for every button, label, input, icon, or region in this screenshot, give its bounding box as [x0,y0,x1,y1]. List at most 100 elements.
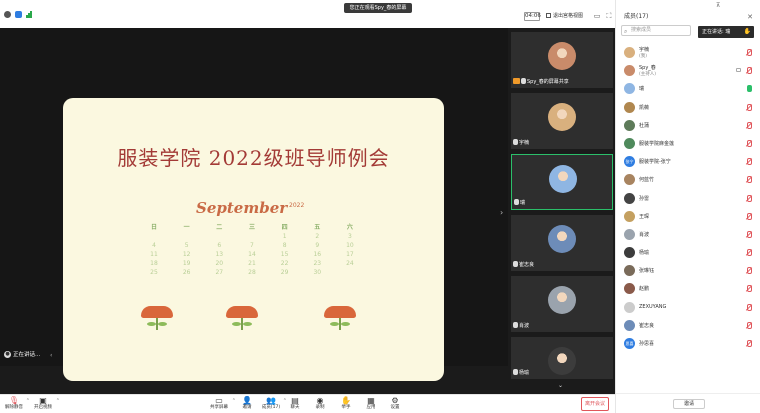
security-shield-icon[interactable] [15,11,22,18]
participant-row[interactable]: 宇楠 (我) [616,44,760,62]
video-tile[interactable]: 杨瑜 [511,337,613,379]
invite-button[interactable]: 👤 邀请 [240,396,254,413]
speaking-now-label: 正在讲话: 瑞 [702,29,731,35]
mic-muted-icon[interactable] [746,267,752,275]
meeting-window: 您正在观看Spy_春的屏幕 04:06 退出宫格视图 ▭ ⛶ ⊼ – □ ✕ 服… [0,0,760,413]
mic-muted-icon[interactable] [746,158,752,166]
mic-muted-icon[interactable] [746,49,752,56]
mic-muted-icon[interactable] [746,303,752,311]
gallery-view-button[interactable]: 退出宫格视图 [546,12,586,21]
start-video-button[interactable]: ▣ 开启视频 ⌃ [32,396,60,413]
participant-name: 王琛 [639,213,650,220]
record-button[interactable]: ◉ 录制 [313,396,327,413]
calendar-week-row: 1 2 3 [141,232,363,241]
participant-row[interactable]: 思喜 孙思喜 [616,335,760,353]
mic-muted-icon[interactable] [746,103,752,111]
chevron-down-icon[interactable]: ⌄ [558,382,563,389]
mic-muted-icon[interactable] [746,340,752,347]
collapse-left-icon[interactable]: ‹ [50,352,58,360]
mic-muted-icon[interactable] [746,67,752,75]
participant-row[interactable]: 肖波 [616,226,760,244]
participant-row[interactable]: Spy_春 (主持人) [616,62,760,80]
participant-name: 孙雷 [639,195,650,202]
speaking-indicator: ● 正在讲话... [4,350,40,360]
participant-row[interactable]: 服装学院麻金莲 [616,135,760,153]
settings-button[interactable]: ⚙ 设置 [388,396,402,413]
chevron-up-icon[interactable]: ⌃ [56,398,60,404]
calendar-day: 13 [215,251,224,258]
leave-meeting-button[interactable]: 离开会议 [581,397,609,411]
chevron-up-icon[interactable]: ⌃ [26,398,30,404]
calendar-day [141,232,167,241]
chevron-up-icon[interactable]: ⌃ [232,398,236,404]
apps-button[interactable]: ▦ 应用 [364,396,378,413]
chevron-up-icon[interactable]: ⌃ [283,398,287,404]
participant-avatar [624,319,635,331]
participant-row[interactable]: 杜蒲 [616,117,760,135]
participant-row[interactable]: 王琛 [616,208,760,226]
add-user-icon: 👤 [242,396,252,405]
calendar-week-row: 18 19 20 21 22 23 24 [141,259,363,268]
calendar-day: 6 [217,242,222,249]
mic-muted-icon[interactable] [746,121,752,129]
calendar-day [206,232,232,241]
participant-row[interactable]: ZEXUYANG [616,299,760,317]
calendar-day: 4 [152,242,156,249]
participant-row[interactable]: 瑞 [616,80,760,98]
calendar-day: 28 [248,269,256,276]
video-strip: ⌄ Spy_春的屏幕共享宇楠瑞崔志良 肖波杨瑜 [508,28,615,394]
raise-hand-icon[interactable]: ✋ [744,26,751,38]
video-tile-name: 宇楠 [513,139,529,147]
participant-avatar [624,47,635,58]
chat-button[interactable]: ▤ 聊天 [288,396,302,413]
video-tile[interactable]: 肖波 [511,276,613,332]
close-panel-icon[interactable]: ✕ [747,12,753,22]
participant-row[interactable]: 凯薇 [616,99,760,117]
apps-label: 应用 [366,405,376,410]
panel-pin-icon[interactable]: ⊼ [716,2,720,9]
participant-avatar: 张宁 [624,156,635,168]
record-label: 录制 [315,405,325,410]
gallery-view-label: 退出宫格视图 [553,13,584,19]
participant-name: 肖波 [639,231,650,238]
participant-avatar [624,210,635,222]
member-search-input[interactable]: ⌕ 搜索成员 [621,25,691,36]
participant-name: 张琳钰 [639,268,655,275]
mic-on-icon[interactable] [746,85,752,93]
participant-row[interactable]: 崔志良 [616,317,760,335]
participant-avatar [624,65,635,77]
panel-invite-button[interactable]: 邀请 [673,399,705,409]
mic-muted-icon[interactable] [746,139,752,147]
flower-decoration-icon [321,306,359,332]
mic-muted-icon[interactable] [746,230,752,238]
layout-icon[interactable]: ▭ [593,12,601,20]
mic-muted-icon[interactable] [746,212,752,220]
video-tile[interactable]: Spy_春的屏幕共享 [511,32,613,88]
raise-hand-button[interactable]: ✋ 举手 [339,396,353,413]
expand-right-icon[interactable]: › [500,208,508,218]
network-signal-icon[interactable] [26,11,32,18]
fullscreen-icon[interactable]: ⛶ [605,12,613,20]
video-tile[interactable]: 瑞 [511,154,613,210]
participant-row[interactable]: 孙雷 [616,190,760,208]
video-tile[interactable]: 宇楠 [511,93,613,149]
participant-name: Spy_春 [639,65,656,72]
participant-row[interactable]: 杨瑜 [616,244,760,262]
members-button[interactable]: 👥 成员(17) ⌃ [261,396,287,413]
mic-muted-icon[interactable] [746,249,752,257]
invite-label: 邀请 [242,405,252,410]
mic-muted-icon[interactable] [746,194,752,202]
video-tile[interactable]: 崔志良 [511,215,613,271]
mic-muted-icon[interactable] [746,176,752,184]
camera-icon: ▣ [39,396,47,405]
participant-row[interactable]: 何蓝竹 [616,171,760,189]
participant-row[interactable]: 赵鹏 [616,280,760,298]
participant-avatar [624,119,635,131]
unmute-button[interactable]: 🎙 解除静音 ⌃ [4,396,30,413]
share-screen-button[interactable]: ▭ 共享屏幕 ⌃ [208,396,236,413]
participant-row[interactable]: 张琳钰 [616,262,760,280]
mic-muted-icon[interactable] [746,321,752,329]
participant-row[interactable]: 张宁 服装学院-张宁 [616,153,760,171]
mic-muted-icon[interactable] [746,285,752,293]
info-icon[interactable] [4,11,11,18]
